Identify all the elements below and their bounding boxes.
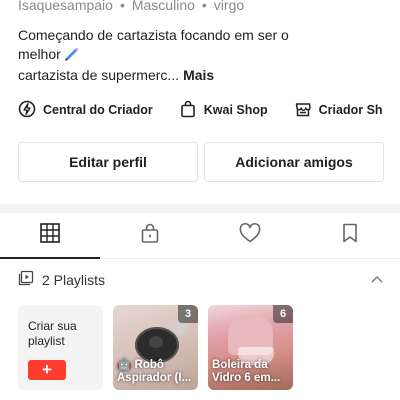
meta-separator: • — [201, 0, 207, 13]
profile-meta: Isaquesampaio • Masculino • virgo — [18, 0, 244, 13]
bio-line: Começando de cartazista focando em ser o — [18, 27, 289, 43]
more-link[interactable]: Mais — [183, 67, 214, 83]
zodiac-sign: virgo — [213, 0, 245, 13]
tab-liked[interactable] — [200, 213, 300, 258]
create-playlist-button[interactable]: + — [28, 360, 66, 380]
edit-profile-button[interactable]: Editar perfil — [18, 142, 198, 182]
playlist-count-badge: 6 — [273, 305, 293, 323]
playlists-header: 2 Playlists — [18, 270, 384, 290]
tab-videos[interactable] — [0, 213, 100, 259]
lock-icon — [139, 222, 161, 249]
playlist-card[interactable]: 6 Boleira da Vidro 6 em... — [208, 305, 293, 390]
profile-bio: Começando de cartazista focando em ser o… — [18, 26, 348, 85]
playlist-count-badge: 3 — [178, 305, 198, 323]
creator-center-link[interactable]: Central do Criador — [18, 99, 153, 121]
create-playlist-label: Criar sua playlist — [28, 319, 77, 348]
playlist-title: 🤖 Robô Aspirador (I... — [117, 359, 192, 384]
store-icon — [294, 100, 319, 121]
meta-separator: • — [119, 0, 125, 13]
bookmark-icon — [340, 222, 360, 249]
kwai-shop-link[interactable]: Kwai Shop — [179, 99, 268, 121]
creator-links: Central do Criador Kwai Shop Criador Sh — [18, 99, 400, 121]
chevron-up-icon[interactable] — [370, 272, 384, 291]
playlists-title: 2 Playlists — [42, 272, 106, 288]
tab-private[interactable] — [100, 213, 200, 258]
link-label: Central do Criador — [43, 103, 153, 117]
tab-saved[interactable] — [300, 213, 400, 258]
lightning-icon — [18, 100, 43, 121]
bio-line: melhor — [18, 45, 348, 66]
gender: Masculino — [131, 0, 195, 13]
playlist-title: Boleira da Vidro 6 em... — [212, 359, 281, 384]
pencil-emoji-icon — [63, 45, 79, 66]
playlist-thumbnail — [135, 327, 179, 363]
link-label: Kwai Shop — [203, 103, 268, 117]
active-tab-indicator — [0, 257, 100, 259]
add-friends-button[interactable]: Adicionar amigos — [204, 142, 384, 182]
profile-tabs — [0, 213, 400, 259]
section-divider — [0, 204, 400, 213]
username: Isaquesampaio — [18, 0, 113, 13]
link-label: Criador Sh — [318, 103, 383, 117]
create-playlist-card[interactable]: Criar sua playlist + — [18, 305, 103, 390]
creator-shop-link[interactable]: Criador Sh — [294, 99, 383, 121]
playlist-card[interactable]: 3 🤖 Robô Aspirador (I... — [113, 305, 198, 390]
grid-icon — [39, 222, 61, 249]
bio-line: cartazista de supermerc... Mais — [18, 67, 215, 83]
heart-icon — [238, 222, 262, 249]
shopping-bag-icon — [179, 100, 204, 121]
playlist-icon — [18, 270, 34, 291]
